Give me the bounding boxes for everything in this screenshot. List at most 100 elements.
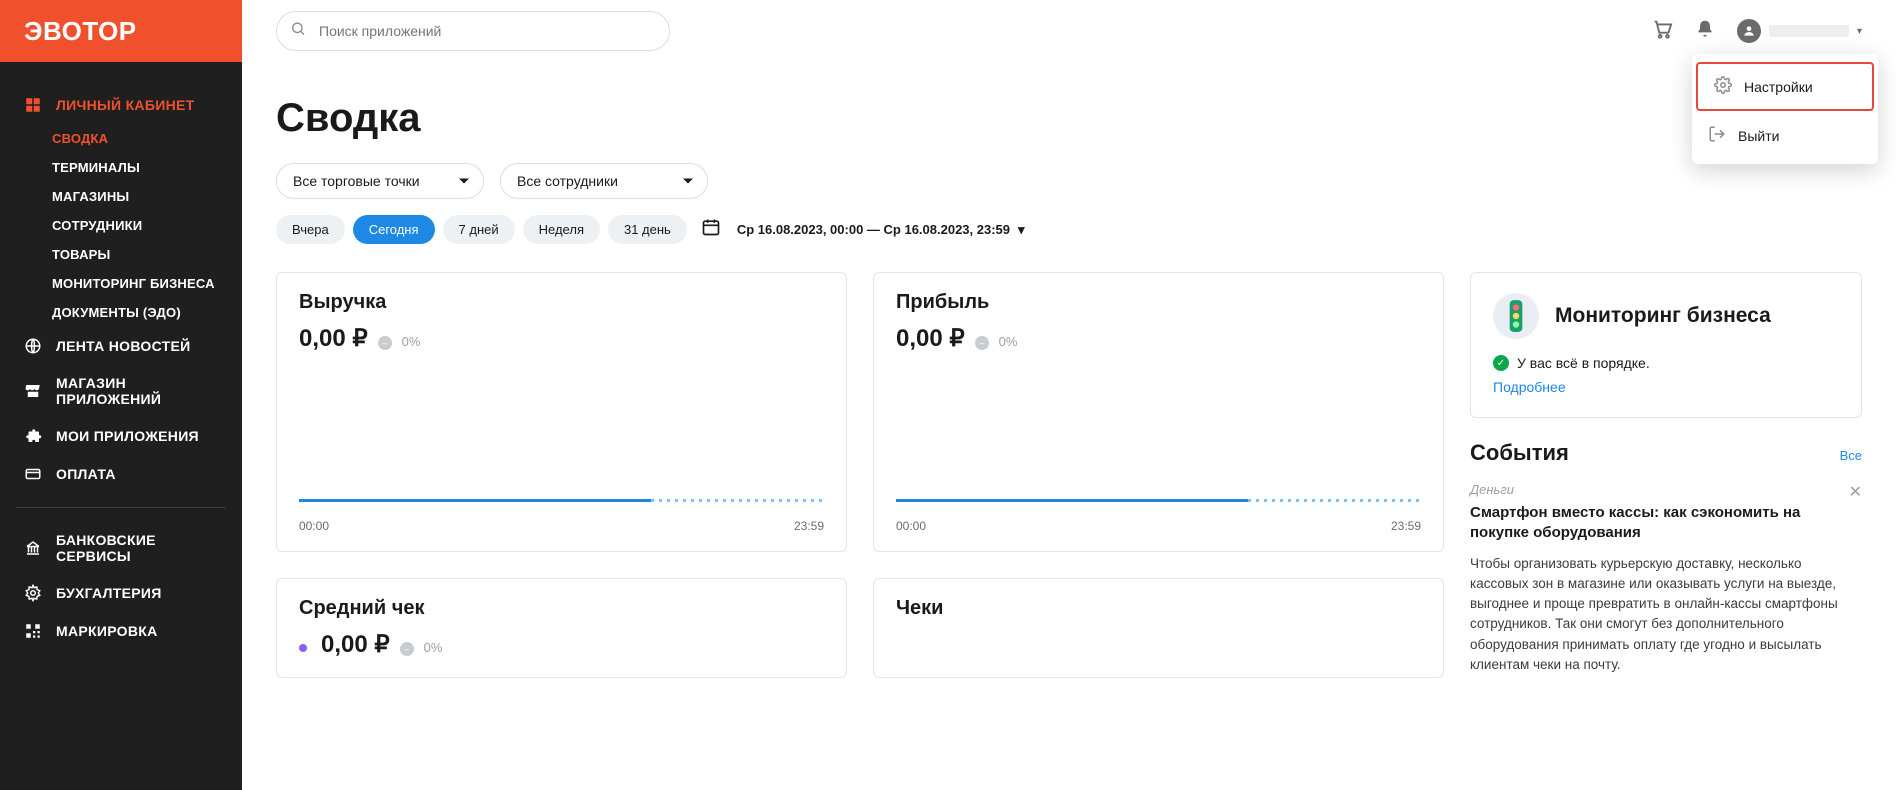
sidebar: ЭВОТОР ЛИЧНЫЙ КАБИНЕТ СВОДКА ТЕРМИНАЛЫ М… <box>0 0 242 790</box>
user-name-placeholder <box>1769 25 1849 37</box>
avatar-icon <box>1737 19 1761 43</box>
chevron-down-icon: ▾ <box>1018 222 1025 238</box>
event-category: Деньги <box>1470 482 1862 497</box>
puzzle-icon <box>24 427 42 445</box>
card-revenue: Выручка 0,00 ₽ – 0% 00:00 23:59 <box>276 272 847 552</box>
close-icon[interactable]: ✕ <box>1849 482 1862 502</box>
sidebar-label: БАНКОВСКИЕ СЕРВИСЫ <box>56 532 218 564</box>
metric-delta: 0% <box>424 640 443 655</box>
sidebar-item-accounting[interactable]: БУХГАЛТЕРИЯ <box>0 574 242 612</box>
filter-sales-points[interactable]: Все торговые точки <box>276 163 484 199</box>
topbar: ▾ <box>276 0 1862 62</box>
divider <box>16 507 226 508</box>
card-title: Прибыль <box>896 291 1421 314</box>
bank-icon <box>24 539 42 557</box>
sidebar-label: БУХГАЛТЕРИЯ <box>56 585 162 601</box>
period-week[interactable]: Неделя <box>523 215 600 244</box>
metric-value: 0,00 ₽ <box>896 324 965 353</box>
grid-icon <box>24 96 42 114</box>
date-range-picker[interactable]: Ср 16.08.2023, 00:00 — Ср 16.08.2023, 23… <box>737 222 1025 238</box>
dropdown-settings[interactable]: Настройки <box>1696 62 1874 111</box>
card-profit: Прибыль 0,00 ₽ – 0% 00:00 23:59 <box>873 272 1444 552</box>
monitoring-more-link[interactable]: Подробнее <box>1493 379 1566 395</box>
traffic-light-icon <box>1493 293 1539 339</box>
event-body: Чтобы организовать курьерскую доставку, … <box>1470 554 1862 676</box>
sidebar-item-cabinet[interactable]: ЛИЧНЫЙ КАБИНЕТ <box>0 86 242 124</box>
monitoring-title: Мониторинг бизнеса <box>1555 304 1771 328</box>
events-title: События <box>1470 440 1569 466</box>
user-menu-trigger[interactable]: ▾ <box>1737 19 1862 43</box>
metric-delta: 0% <box>402 334 421 349</box>
sidebar-item-appstore[interactable]: МАГАЗИН ПРИЛОЖЕНИЙ <box>0 365 242 417</box>
select-value: Все торговые точки <box>293 173 420 189</box>
sidebar-item-docs[interactable]: ДОКУМЕНТЫ (ЭДО) <box>0 298 242 327</box>
cart-icon[interactable] <box>1651 18 1673 45</box>
sidebar-item-monitoring[interactable]: МОНИТОРИНГ БИЗНЕСА <box>0 269 242 298</box>
sidebar-item-news[interactable]: ЛЕНТА НОВОСТЕЙ <box>0 327 242 365</box>
gear-icon <box>24 584 42 602</box>
indicator-dot <box>299 644 307 652</box>
dropdown-label: Настройки <box>1744 79 1813 95</box>
period-today[interactable]: Сегодня <box>353 215 435 244</box>
sidebar-label: МОИ ПРИЛОЖЕНИЯ <box>56 428 199 444</box>
sidebar-label: МАГАЗИН ПРИЛОЖЕНИЙ <box>56 375 218 407</box>
trend-flat-icon: – <box>975 336 989 350</box>
gear-icon <box>1714 76 1732 97</box>
sidebar-item-shops[interactable]: МАГАЗИНЫ <box>0 182 242 211</box>
event-item: ✕ Деньги Смартфон вместо кассы: как сэко… <box>1470 482 1862 675</box>
card-title: Выручка <box>299 291 824 314</box>
period-7days[interactable]: 7 дней <box>443 215 515 244</box>
select-value: Все сотрудники <box>517 173 618 189</box>
sparkline <box>896 499 1421 507</box>
trend-flat-icon: – <box>378 336 392 350</box>
sparkline <box>299 499 824 507</box>
sidebar-item-terminals[interactable]: ТЕРМИНАЛЫ <box>0 153 242 182</box>
metric-delta: 0% <box>999 334 1018 349</box>
card-avg-check: Средний чек 0,00 ₽ – 0% <box>276 578 847 678</box>
check-circle-icon: ✓ <box>1493 355 1509 371</box>
logout-icon <box>1708 125 1726 146</box>
axis-start: 00:00 <box>896 519 926 533</box>
logo: ЭВОТОР <box>0 0 242 62</box>
filter-employees[interactable]: Все сотрудники <box>500 163 708 199</box>
sidebar-item-myapps[interactable]: МОИ ПРИЛОЖЕНИЯ <box>0 417 242 455</box>
sidebar-item-goods[interactable]: ТОВАРЫ <box>0 240 242 269</box>
calendar-icon[interactable] <box>701 217 721 242</box>
sidebar-item-payment[interactable]: ОПЛАТА <box>0 455 242 493</box>
monitoring-card: Мониторинг бизнеса ✓ У вас всё в порядке… <box>1470 272 1862 418</box>
card-title: Чеки <box>896 597 1421 620</box>
metric-value: 0,00 ₽ <box>321 630 390 659</box>
event-headline[interactable]: Смартфон вместо кассы: как сэкономить на… <box>1470 503 1862 544</box>
search-icon <box>290 21 306 42</box>
axis-end: 23:59 <box>794 519 824 533</box>
sidebar-label: ЛИЧНЫЙ КАБИНЕТ <box>56 97 194 113</box>
dropdown-logout[interactable]: Выйти <box>1692 113 1878 158</box>
search-input[interactable] <box>276 11 670 51</box>
qr-icon <box>24 622 42 640</box>
sidebar-item-summary[interactable]: СВОДКА <box>0 124 242 153</box>
sidebar-label: ЛЕНТА НОВОСТЕЙ <box>56 338 191 354</box>
user-dropdown: Настройки Выйти <box>1692 54 1878 164</box>
main: ▾ Настройки Выйти Сводка Все торговые то… <box>242 0 1896 790</box>
date-range-text: Ср 16.08.2023, 00:00 — Ср 16.08.2023, 23… <box>737 222 1010 237</box>
chevron-down-icon: ▾ <box>1857 26 1862 37</box>
globe-icon <box>24 337 42 355</box>
status-text: У вас всё в порядке. <box>1517 355 1650 371</box>
dropdown-label: Выйти <box>1738 128 1779 144</box>
card-title: Средний чек <box>299 597 824 620</box>
period-yesterday[interactable]: Вчера <box>276 215 345 244</box>
sidebar-label: ОПЛАТА <box>56 466 116 482</box>
sidebar-item-bank[interactable]: БАНКОВСКИЕ СЕРВИСЫ <box>0 522 242 574</box>
sidebar-item-marking[interactable]: МАРКИРОВКА <box>0 612 242 650</box>
card-checks: Чеки <box>873 578 1444 678</box>
page-title: Сводка <box>276 96 1862 141</box>
bell-icon[interactable] <box>1695 19 1715 44</box>
period-31days[interactable]: 31 день <box>608 215 687 244</box>
metric-value: 0,00 ₽ <box>299 324 368 353</box>
sidebar-label: МАРКИРОВКА <box>56 623 158 639</box>
axis-start: 00:00 <box>299 519 329 533</box>
trend-flat-icon: – <box>400 642 414 656</box>
sidebar-item-staff[interactable]: СОТРУДНИКИ <box>0 211 242 240</box>
store-icon <box>24 382 42 400</box>
events-all-link[interactable]: Все <box>1840 448 1862 463</box>
